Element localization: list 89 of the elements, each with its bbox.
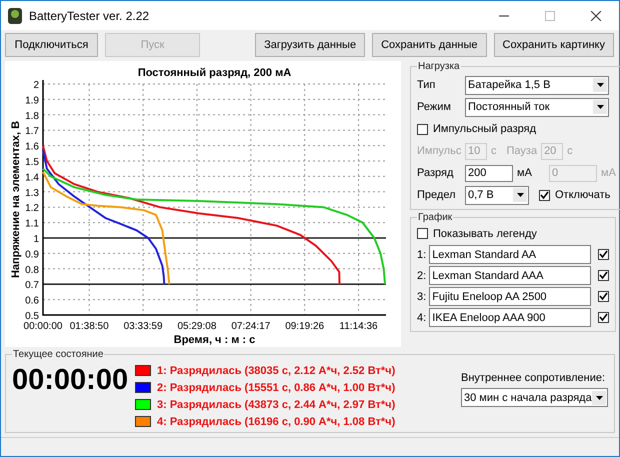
y-tick-label: 2 (33, 80, 39, 91)
input-field[interactable]: IKEA Eneloop AAA 900 (429, 308, 592, 327)
y-tick-label: 1.8 (25, 110, 39, 122)
field-label: Предел (417, 189, 456, 201)
y-tick-label: 0.5 (25, 311, 39, 322)
y-tick-label: 1.6 (25, 142, 39, 153)
window-title: BatteryTester ver. 2.22 (29, 8, 150, 22)
dropdown-value: Постоянный ток (468, 101, 550, 113)
toolbar-button[interactable]: Загрузить данные (255, 33, 366, 57)
dropdown-arrow-icon (516, 193, 524, 197)
field-label: Тип (417, 79, 436, 91)
field-label: Импульс (417, 145, 461, 157)
result-text: 1: Разрядилась (38035 с, 2.12 А*ч, 2.52 Вт*ч) (157, 364, 396, 376)
chart-title: Постоянный разряд, 200 мА (138, 67, 292, 79)
dropdown-arrow-icon (596, 83, 604, 87)
field-label: Внутреннее сопротивление: (461, 372, 606, 384)
y-tick-label: 1.9 (25, 95, 39, 106)
result-text: 3: Разрядилась (43873 с, 2.44 А*ч, 2.97 Вт*ч) (157, 398, 396, 410)
checkbox-label: Показывать легенду (433, 228, 537, 240)
dropdown[interactable]: Батарейка 1,5 В (465, 76, 609, 94)
x-tick-label: 00:00:00 (24, 321, 62, 332)
result-text: 2: Разрядилась (15551 с, 0.86 А*ч, 1.00 Вт*ч) (157, 382, 396, 394)
group-title: График (417, 212, 454, 223)
dropdown[interactable]: Постоянный ток (465, 98, 609, 116)
series-number: 1: (417, 248, 426, 260)
checkmark-icon (599, 313, 608, 322)
input-field[interactable]: Fujitu Eneloop AA 2500 (429, 287, 592, 306)
dropdown-arrow-icon (596, 396, 602, 400)
y-tick-label: 1.4 (25, 172, 39, 184)
dropdown[interactable]: 30 мин с начала разряда (461, 388, 608, 407)
group-title: Текущее состояние (12, 349, 104, 360)
toolbar-button[interactable]: Сохранить картинку (494, 33, 614, 57)
checkbox[interactable] (598, 270, 610, 281)
dropdown-value: 30 мин с начала разряда (464, 392, 592, 404)
unit-label: с (491, 145, 496, 157)
y-tick-label: 0.9 (25, 249, 39, 260)
y-tick-label: 1.5 (25, 157, 39, 168)
maximize-icon (545, 10, 555, 20)
series-number: 3: (417, 290, 426, 302)
dropdown-arrow-icon (596, 105, 604, 109)
y-tick-label: 1 (33, 234, 39, 245)
checkmark-icon (599, 250, 608, 259)
unit-label: мА (517, 167, 533, 179)
checkbox-label: Импульсный разряд (433, 123, 536, 135)
checkbox[interactable] (539, 190, 550, 200)
checkmark-icon (599, 292, 608, 301)
result-text: 4: Разрядилась (16196 с, 0.90 А*ч, 1.08 Вт*ч) (157, 416, 396, 428)
app-icon (7, 6, 23, 24)
y-tick-label: 0.7 (25, 280, 39, 292)
y-tick-label: 1.7 (25, 126, 39, 138)
dropdown-value: 0,7 В (468, 189, 494, 201)
series-number: 2: (417, 270, 426, 282)
y-axis-title: Напряжение на элементах, В (10, 120, 22, 278)
x-tick-label: 09:19:26 (285, 321, 324, 332)
input-field[interactable]: 200 (465, 164, 513, 182)
checkbox-label: Отключать (555, 189, 610, 201)
dropdown[interactable]: 0,7 В (465, 186, 529, 204)
x-tick-label: 01:38:50 (70, 321, 109, 332)
dropdown-value: Батарейка 1,5 В (468, 79, 550, 91)
series-number: 4: (417, 312, 426, 324)
field-label: Режим (417, 101, 452, 113)
checkbox[interactable] (417, 228, 428, 239)
checkbox[interactable] (417, 124, 428, 134)
checkmark-icon (599, 271, 608, 280)
input-field[interactable]: Lexman Standard AA (429, 245, 592, 264)
checkbox[interactable] (598, 249, 610, 260)
y-tick-label: 1.3 (25, 188, 39, 199)
y-tick-label: 0.6 (25, 296, 39, 307)
y-tick-label: 1.2 (25, 203, 39, 214)
toolbar-button[interactable]: Подключиться (5, 33, 98, 57)
y-tick-label: 0.8 (25, 264, 39, 276)
field-label: Пауза (506, 145, 538, 157)
y-tick-label: 1.1 (25, 218, 39, 230)
x-tick-label: 07:24:17 (231, 321, 270, 332)
elapsed-time: 00:00:00 (12, 364, 127, 397)
input-field[interactable]: Lexman Standard AAA (429, 266, 592, 285)
checkbox[interactable] (598, 291, 610, 302)
close-icon (591, 10, 601, 20)
x-tick-label: 11:14:36 (339, 321, 378, 332)
x-axis-title: Время, ч : м : с (174, 334, 256, 346)
unit-label: с (567, 145, 573, 157)
x-tick-label: 03:33:59 (124, 321, 163, 332)
field-label: Разряд (417, 167, 454, 179)
unit-label: мА (601, 167, 616, 179)
group-title: Нагрузка (417, 61, 461, 72)
toolbar-button[interactable]: Сохранить данные (372, 33, 487, 57)
checkbox[interactable] (598, 312, 610, 323)
checkmark-icon (540, 190, 549, 200)
x-tick-label: 05:29:08 (177, 321, 216, 332)
